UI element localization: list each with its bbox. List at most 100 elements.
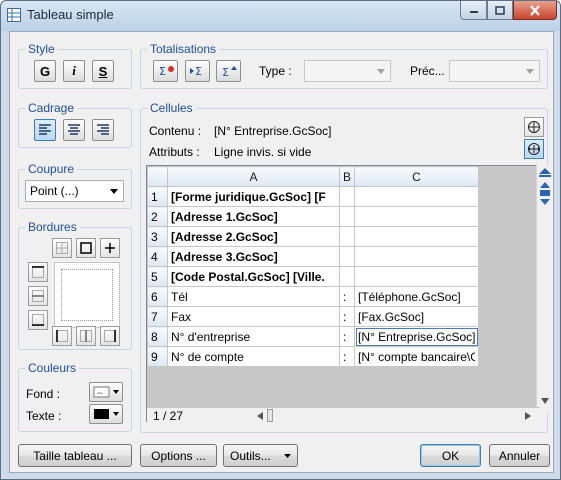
row-header[interactable]: 3 [147, 226, 168, 247]
table-cell[interactable] [338, 266, 356, 287]
maximize-button[interactable] [487, 1, 513, 20]
table-cell[interactable] [354, 206, 480, 227]
table-cell[interactable]: Fax [167, 306, 340, 327]
border-center-icon [80, 330, 92, 342]
minimize-button[interactable] [460, 1, 487, 20]
table-cell[interactable]: : [338, 346, 356, 367]
row-header[interactable]: 4 [147, 246, 168, 267]
table-cell[interactable]: [N° compte bancaire\GcSoc] [354, 346, 480, 367]
table-row[interactable]: 7 Fax : [Fax.GcSoc] [147, 306, 480, 327]
coupure-select[interactable]: Point (...) [25, 180, 124, 202]
align-left-button[interactable] [34, 119, 56, 141]
table-row[interactable]: 4 [Adresse 3.GcSoc] [147, 246, 480, 267]
cell-text: [N° compte bancaire\GcSoc] [358, 349, 475, 364]
table-cell[interactable]: [Adresse 1.GcSoc] [167, 206, 340, 227]
close-button[interactable] [513, 1, 557, 20]
border-middle-button[interactable] [28, 286, 48, 306]
column-header-c[interactable]: C [354, 166, 480, 187]
row-header[interactable]: 5 [147, 266, 168, 287]
row-header[interactable]: 6 [147, 286, 168, 307]
title-bar[interactable]: Tableau simple [1, 1, 560, 31]
border-left-button[interactable] [52, 326, 72, 346]
table-cell[interactable] [338, 186, 356, 207]
table-cell[interactable] [338, 206, 356, 227]
table-cell[interactable]: [Forme juridique.GcSoc] [F [167, 186, 340, 207]
table-cell[interactable] [338, 246, 356, 267]
row-header[interactable]: 8 [147, 326, 168, 347]
cell-text: [N° Entreprise.GcSoc] [358, 329, 476, 344]
sum-up-button[interactable]: Σ [216, 60, 241, 82]
underline-button[interactable]: S [92, 60, 114, 82]
vertical-scrollbar[interactable] [536, 165, 553, 413]
border-top-button[interactable] [28, 262, 48, 282]
prec-select[interactable] [449, 60, 540, 82]
border-preview[interactable] [54, 262, 120, 328]
table-row[interactable]: 6 Tél : [Téléphone.GcSoc] [147, 286, 480, 307]
texte-color-button[interactable] [89, 404, 123, 424]
table-row[interactable]: 8 N° d'entreprise : [N° Entreprise.GcSoc… [147, 326, 480, 347]
table-cell[interactable] [354, 266, 480, 287]
table-cell[interactable] [354, 226, 480, 247]
border-bottom-button[interactable] [28, 310, 48, 330]
bold-button[interactable]: G [34, 60, 56, 82]
table-cell[interactable]: N° d'entreprise [167, 326, 340, 347]
cell-content-button[interactable] [524, 117, 544, 137]
row-header[interactable]: 7 [147, 306, 168, 327]
table-cell[interactable] [354, 186, 480, 207]
border-center-button[interactable] [76, 326, 96, 346]
border-right-icon [104, 330, 116, 342]
border-inner-button[interactable] [100, 238, 120, 258]
table-cell[interactable]: : [338, 286, 356, 307]
table-cell[interactable]: N° de compte [167, 346, 340, 367]
cell-text: Fax [171, 309, 192, 324]
align-right-button[interactable] [92, 119, 114, 141]
table-cell[interactable]: [Code Postal.GcSoc] [Ville. [167, 266, 340, 287]
table-row[interactable]: 2 [Adresse 1.GcSoc] [147, 206, 480, 227]
outils-label: Outils... [230, 448, 271, 463]
table-cell[interactable]: [Fax.GcSoc] [354, 306, 480, 327]
table-cell[interactable]: Tél [167, 286, 340, 307]
align-center-button[interactable] [63, 119, 85, 141]
column-header-b[interactable]: B [338, 166, 356, 187]
type-select[interactable] [304, 60, 391, 82]
table-cell[interactable]: [Adresse 2.GcSoc] [167, 226, 340, 247]
fond-color-button[interactable]: ~ [89, 382, 123, 402]
table-cell[interactable]: : [338, 326, 356, 347]
options-button[interactable]: Options ... [140, 444, 217, 467]
scroll-up-icon [539, 168, 551, 177]
scroll-thumb[interactable] [540, 190, 550, 196]
table-row[interactable]: 1 [Forme juridique.GcSoc] [F [147, 186, 480, 207]
table-grid[interactable]: A B C 1 [Forme juridique.GcSoc] [F 2 [Ad [146, 165, 553, 423]
sum-add-button[interactable]: Σ [153, 60, 178, 82]
scroll-down-icon [541, 398, 549, 404]
table-cell[interactable] [354, 246, 480, 267]
sum-left-button[interactable]: Σ [185, 60, 210, 82]
border-inner-h-button[interactable] [52, 238, 72, 258]
row-header[interactable]: 9 [147, 346, 168, 367]
table-cell[interactable] [338, 226, 356, 247]
corner-header[interactable] [147, 166, 168, 187]
cell-attributes-button[interactable] [524, 139, 544, 159]
table-row[interactable]: 5 [Code Postal.GcSoc] [Ville. [147, 266, 480, 287]
maximize-icon [495, 5, 505, 15]
taille-tableau-button[interactable]: Taille tableau ... [18, 444, 132, 467]
annuler-button[interactable]: Annuler [489, 444, 550, 467]
table-row[interactable]: 9 N° de compte : [N° compte bancaire\GcS… [147, 346, 480, 367]
border-outline-button[interactable] [76, 238, 96, 258]
italic-button[interactable]: i [63, 60, 85, 82]
border-right-button[interactable] [100, 326, 120, 346]
table-row[interactable]: 3 [Adresse 2.GcSoc] [147, 226, 480, 247]
border-outline-icon [80, 242, 92, 254]
cadrage-group: Cadrage [18, 101, 132, 148]
table-cell[interactable]: [Adresse 3.GcSoc] [167, 246, 340, 267]
ok-button[interactable]: OK [420, 444, 481, 467]
table-cell[interactable]: [Téléphone.GcSoc] [354, 286, 480, 307]
outils-button[interactable]: Outils... [223, 444, 298, 467]
column-header-a[interactable]: A [167, 166, 340, 187]
horizontal-scroll-thumb[interactable] [267, 409, 273, 422]
selected-cell[interactable]: [N° Entreprise.GcSoc] [354, 326, 480, 347]
row-header[interactable]: 2 [147, 206, 168, 227]
table-cell[interactable]: : [338, 306, 356, 327]
row-header[interactable]: 1 [147, 186, 168, 207]
couleurs-group-label: Couleurs [25, 361, 80, 375]
